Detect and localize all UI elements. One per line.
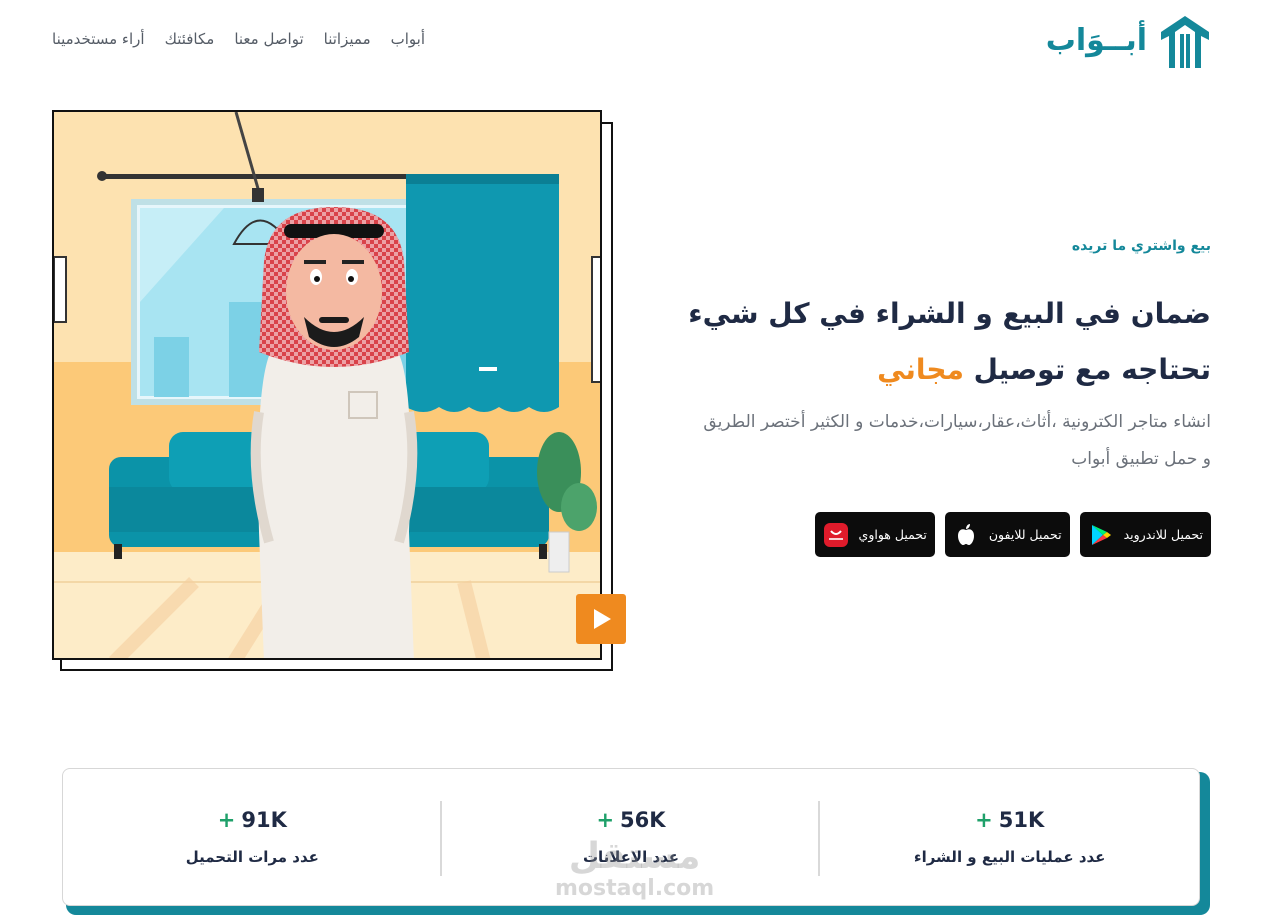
nav-item-contact[interactable]: تواصل معنا (234, 30, 303, 48)
headline-line1: ضمان في البيع و الشراء في كل شيء (688, 297, 1211, 330)
apple-icon (953, 522, 979, 548)
google-play-icon (1088, 522, 1114, 548)
video-thumbnail[interactable] (52, 110, 602, 660)
stats-card: +51K عدد عمليات البيع و الشراء +56K عدد … (62, 768, 1200, 906)
stat-ads-label: عدد الاعلانات (582, 848, 680, 866)
logo[interactable]: أبــوَاب (1046, 10, 1215, 70)
headline-accent: مجاني (877, 353, 964, 386)
hero-headline: ضمان في البيع و الشراء في كل شيء تحتاجه … (651, 286, 1211, 398)
nav-item-rewards[interactable]: مكافئتك (165, 30, 215, 48)
hero-description: انشاء متاجر الكترونية ،أثاث،عقار،سيارات،… (651, 404, 1211, 478)
nav-item-abwab[interactable]: أبواب (391, 30, 425, 48)
top-nav: أبواب مميزاتنا تواصل معنا مكافئتك أراء م… (52, 30, 425, 48)
stat-downloads: +91K عدد مرات التحميل (63, 769, 442, 905)
play-icon (594, 609, 611, 629)
stat-ads-value: +56K (596, 808, 666, 832)
headline-line2: تحتاجه مع توصيل (963, 353, 1211, 386)
cartoon-illustration (54, 112, 600, 658)
description-line1: انشاء متاجر الكترونية ،أثاث،عقار،سيارات،… (703, 412, 1211, 432)
nav-item-reviews[interactable]: أراء مستخدمينا (52, 30, 145, 48)
stat-ads: +56K عدد الاعلانات (442, 769, 821, 905)
stat-downloads-label: عدد مرات التحميل (185, 848, 319, 866)
stat-sales-value: +51K (975, 808, 1045, 832)
stat-sales: +51K عدد عمليات البيع و الشراء (820, 769, 1199, 905)
iphone-download-label: تحميل للايفون (988, 527, 1062, 542)
huawei-download-button[interactable]: تحميل هواوي (814, 512, 935, 557)
android-download-label: تحميل للاندرويد (1123, 527, 1203, 542)
hero-section: بيع واشتري ما تريده ضمان في البيع و الشر… (651, 238, 1211, 557)
hero-eyebrow: بيع واشتري ما تريده (1071, 238, 1211, 254)
iphone-download-button[interactable]: تحميل للايفون (944, 512, 1070, 557)
store-buttons: تحميل للاندرويد تحميل للايفون تحميل هواو… (651, 512, 1211, 557)
huawei-download-label: تحميل هواوي (858, 527, 927, 542)
huawei-appgallery-icon (823, 522, 849, 548)
stat-sales-label: عدد عمليات البيع و الشراء (913, 848, 1106, 866)
android-download-button[interactable]: تحميل للاندرويد (1079, 512, 1211, 557)
logo-text: أبــوَاب (1045, 22, 1147, 58)
play-button[interactable] (576, 594, 626, 644)
nav-item-features[interactable]: مميزاتنا (324, 30, 371, 48)
description-line2: و حمل تطبيق أبواب (1071, 449, 1211, 469)
stat-downloads-value: +91K (217, 808, 287, 832)
building-logo-icon (1161, 16, 1209, 68)
